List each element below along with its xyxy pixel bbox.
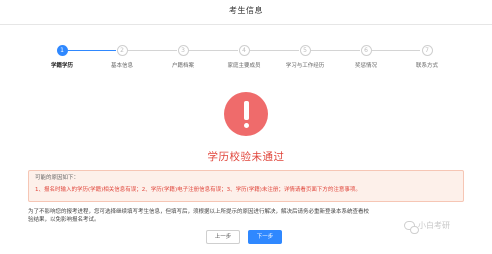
step-2[interactable]: 2 基本信息: [92, 45, 152, 69]
step-label: 学籍学历: [50, 63, 73, 69]
step-6[interactable]: 6 奖惩情况: [336, 45, 396, 69]
exclamation-dot: [244, 123, 249, 128]
step-label: 奖惩情况: [354, 63, 377, 69]
step-label: 学习与工作经历: [285, 63, 325, 69]
step-label: 户籍档案: [171, 63, 194, 69]
step-5[interactable]: 5 学习与工作经历: [275, 45, 335, 69]
note-text: 为了不影响您的报考进程，您可选择继续填写考生信息，但填写后，须根据以上所提示的原…: [28, 209, 370, 223]
stepper: 1 学籍学历 2 基本信息 3 户籍档案 4 家庭主要成员 5 学习与工作经历 …: [0, 42, 492, 72]
step-number: 4: [238, 45, 250, 56]
step-number: 6: [360, 45, 372, 56]
step-number: 7: [421, 45, 433, 56]
page-title: 考生信息: [229, 6, 263, 15]
reason-alert: 可能的原因如下： 1、报名时输入的学历(学籍)相关信息有误；2、学历(学籍)电子…: [28, 170, 464, 202]
reason-heading: 可能的原因如下：: [35, 175, 80, 181]
prev-step-button[interactable]: 上一步: [206, 230, 240, 244]
exclamation-icon: [224, 92, 268, 136]
step-1[interactable]: 1 学籍学历: [32, 45, 92, 69]
result-title: 学历校验未通过: [207, 151, 285, 163]
step-label: 家庭主要成员: [227, 63, 261, 69]
step-label: 基本信息: [110, 63, 133, 69]
title-divider: [0, 24, 492, 25]
step-7[interactable]: 7 联系方式: [397, 45, 457, 69]
step-number: 1: [56, 45, 68, 56]
exclamation-bar: [244, 101, 249, 120]
wechat-icon: [404, 220, 419, 234]
watermark-text: 小白考研: [418, 220, 450, 230]
next-step-button[interactable]: 下一步: [248, 230, 282, 244]
step-3[interactable]: 3 户籍档案: [153, 45, 213, 69]
reason-text: 1、报名时输入的学历(学籍)相关信息有误；2、学历(学籍)电子注册信息有误；3、…: [35, 187, 361, 193]
step-number: 5: [299, 45, 311, 56]
step-label: 联系方式: [415, 63, 438, 69]
watermark: 小白考研: [404, 218, 450, 234]
page: 考生信息 1 学籍学历 2 基本信息 3 户籍档案 4 家庭主要成员 5 学习与…: [0, 0, 492, 254]
step-4[interactable]: 4 家庭主要成员: [214, 45, 274, 69]
step-number: 3: [177, 45, 189, 56]
step-number: 2: [116, 45, 128, 56]
